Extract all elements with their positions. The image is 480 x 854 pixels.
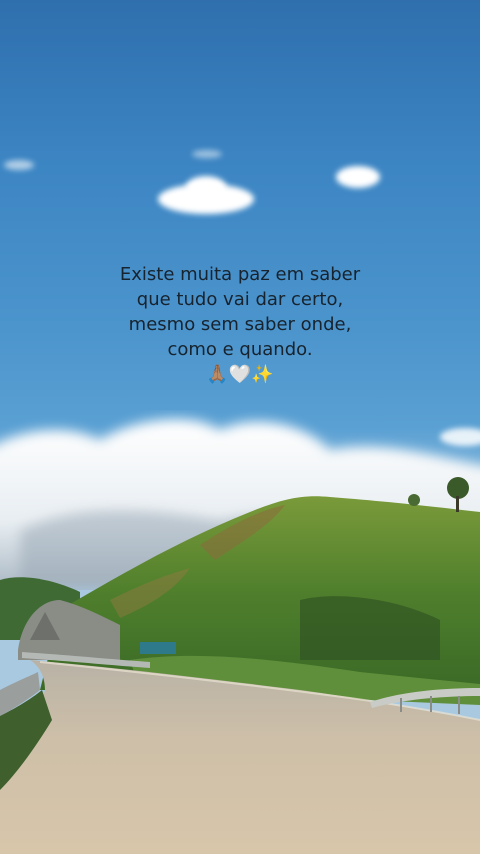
quote-line: que tudo vai dar certo, <box>136 289 344 310</box>
tree <box>447 477 469 499</box>
quote-line: como e quando. <box>167 339 313 360</box>
quote-line: Existe muita paz em saber <box>119 264 361 285</box>
photo-background: Existe muita paz em saber que tudo vai d… <box>0 0 480 854</box>
landscape <box>0 477 480 854</box>
quote-text: Existe muita paz em saber que tudo vai d… <box>0 262 480 387</box>
road-sign <box>140 642 176 654</box>
quote-line: mesmo sem saber onde, <box>128 314 352 335</box>
emoji-row: 🙏🏽🤍✨ <box>206 364 274 385</box>
